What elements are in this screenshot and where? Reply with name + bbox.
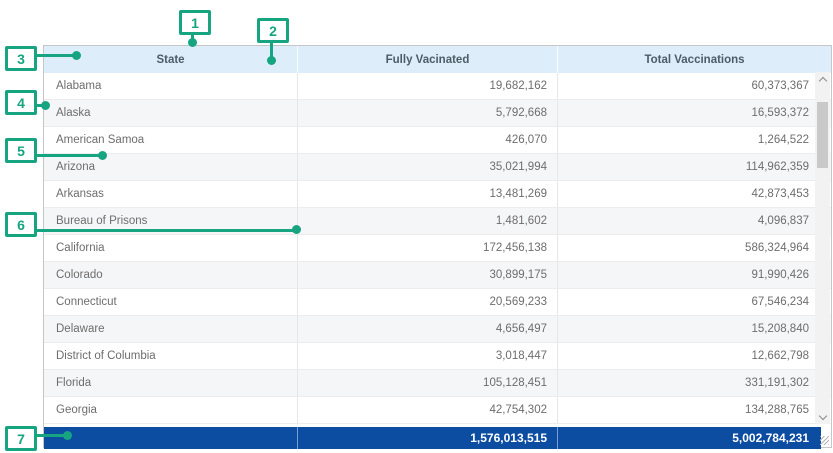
total-vaccinations-cell: 4,096,837 — [558, 208, 831, 234]
total-vaccinations-cell: 331,191,302 — [558, 370, 831, 396]
table-row[interactable]: American Samoa 426,070 1,264,522 — [44, 127, 831, 154]
totals-state-cell — [44, 427, 298, 449]
vaccinations-table: State Fully Vacinated Total Vaccinations… — [43, 45, 832, 448]
state-cell: Florida — [44, 370, 298, 396]
callout-2-dot — [267, 56, 276, 65]
fully-vacinated-cell: 426,070 — [298, 127, 558, 153]
table-header-row: State Fully Vacinated Total Vaccinations — [44, 46, 831, 73]
table-row[interactable]: Connecticut 20,569,233 67,546,234 — [44, 289, 831, 316]
table-row[interactable]: Arizona 35,021,994 114,962,359 — [44, 154, 831, 181]
totals-fully-vacinated: 1,576,013,515 — [298, 427, 558, 449]
state-cell: Georgia — [44, 397, 298, 423]
table-row[interactable]: Delaware 4,656,497 15,208,840 — [44, 316, 831, 343]
state-cell: District of Columbia — [44, 343, 298, 369]
callout-6-label: 6 — [5, 212, 37, 237]
callout-5-line — [37, 154, 103, 157]
table-row[interactable]: Alaska 5,792,668 16,593,372 — [44, 100, 831, 127]
state-cell: Connecticut — [44, 289, 298, 315]
callout-6-line — [37, 229, 297, 232]
fully-vacinated-cell: 1,481,602 — [298, 208, 558, 234]
totals-total-vaccinations: 5,002,784,231 — [558, 427, 821, 449]
total-vaccinations-cell: 60,373,367 — [558, 73, 831, 99]
total-vaccinations-cell: 15,208,840 — [558, 316, 831, 342]
total-vaccinations-cell: 91,990,426 — [558, 262, 831, 288]
fully-vacinated-cell: 35,021,994 — [298, 154, 558, 180]
callout-6-dot — [292, 225, 301, 234]
callout-1-dot — [188, 38, 197, 47]
total-vaccinations-cell: 67,546,234 — [558, 289, 831, 315]
callout-7-dot — [63, 431, 72, 440]
table-row[interactable]: District of Columbia 3,018,447 12,662,79… — [44, 343, 831, 370]
callout-4: 4 — [5, 90, 37, 115]
callout-3-line — [37, 54, 77, 57]
fully-vacinated-cell: 172,456,138 — [298, 235, 558, 261]
callout-4-dot — [41, 101, 50, 110]
fully-vacinated-cell: 42,754,302 — [298, 397, 558, 423]
vertical-scrollbar[interactable] — [815, 72, 830, 424]
fully-vacinated-cell: 19,682,162 — [298, 73, 558, 99]
table-body: Alabama 19,682,162 60,373,367 Alaska 5,7… — [44, 73, 831, 424]
state-cell: California — [44, 235, 298, 261]
total-vaccinations-cell: 42,873,453 — [558, 181, 831, 207]
chevron-up-icon — [818, 76, 826, 84]
state-cell: Colorado — [44, 262, 298, 288]
table-row[interactable]: Arkansas 13,481,269 42,873,453 — [44, 181, 831, 208]
column-header-state[interactable]: State — [44, 46, 298, 73]
state-cell: Alabama — [44, 73, 298, 99]
callout-5-dot — [98, 151, 107, 160]
total-vaccinations-cell: 12,662,798 — [558, 343, 831, 369]
state-cell: Delaware — [44, 316, 298, 342]
total-vaccinations-cell: 586,324,964 — [558, 235, 831, 261]
callout-1: 1 — [179, 10, 211, 35]
callout-7-label: 7 — [5, 426, 37, 451]
callout-2: 2 — [257, 18, 289, 43]
fully-vacinated-cell: 5,792,668 — [298, 100, 558, 126]
scrollbar-thumb[interactable] — [817, 102, 828, 168]
table-row[interactable]: Florida 105,128,451 331,191,302 — [44, 370, 831, 397]
table-row[interactable]: Georgia 42,754,302 134,288,765 — [44, 397, 831, 424]
callout-5-label: 5 — [5, 138, 37, 163]
screenshot-root: State Fully Vacinated Total Vaccinations… — [0, 0, 833, 453]
state-cell: Arkansas — [44, 181, 298, 207]
callout-3-label: 3 — [5, 46, 37, 71]
total-vaccinations-cell: 134,288,765 — [558, 397, 831, 423]
fully-vacinated-cell: 105,128,451 — [298, 370, 558, 396]
fully-vacinated-cell: 30,899,175 — [298, 262, 558, 288]
callout-3: 3 — [5, 46, 37, 71]
column-header-total-vaccinations[interactable]: Total Vaccinations — [558, 46, 831, 73]
total-vaccinations-cell: 1,264,522 — [558, 127, 831, 153]
state-cell: American Samoa — [44, 127, 298, 153]
fully-vacinated-cell: 20,569,233 — [298, 289, 558, 315]
state-cell: Alaska — [44, 100, 298, 126]
totals-row: 1,576,013,515 5,002,784,231 — [44, 427, 821, 449]
table-row[interactable]: Alabama 19,682,162 60,373,367 — [44, 73, 831, 100]
fully-vacinated-cell: 4,656,497 — [298, 316, 558, 342]
state-cell: Arizona — [44, 154, 298, 180]
callout-7: 7 — [5, 426, 37, 451]
table-row[interactable]: California 172,456,138 586,324,964 — [44, 235, 831, 262]
callout-3-dot — [72, 51, 81, 60]
callout-2-label: 2 — [257, 18, 289, 43]
resize-handle-icon[interactable] — [820, 436, 829, 445]
callout-5: 5 — [5, 138, 37, 163]
column-header-fully-vacinated[interactable]: Fully Vacinated — [298, 46, 558, 73]
callout-1-label: 1 — [179, 10, 211, 35]
scroll-down-icon[interactable] — [815, 410, 830, 424]
scroll-up-icon[interactable] — [815, 72, 830, 86]
callout-4-label: 4 — [5, 90, 37, 115]
table-row[interactable]: Colorado 30,899,175 91,990,426 — [44, 262, 831, 289]
fully-vacinated-cell: 3,018,447 — [298, 343, 558, 369]
total-vaccinations-cell: 16,593,372 — [558, 100, 831, 126]
total-vaccinations-cell: 114,962,359 — [558, 154, 831, 180]
callout-6: 6 — [5, 212, 37, 237]
chevron-down-icon — [818, 411, 826, 419]
fully-vacinated-cell: 13,481,269 — [298, 181, 558, 207]
